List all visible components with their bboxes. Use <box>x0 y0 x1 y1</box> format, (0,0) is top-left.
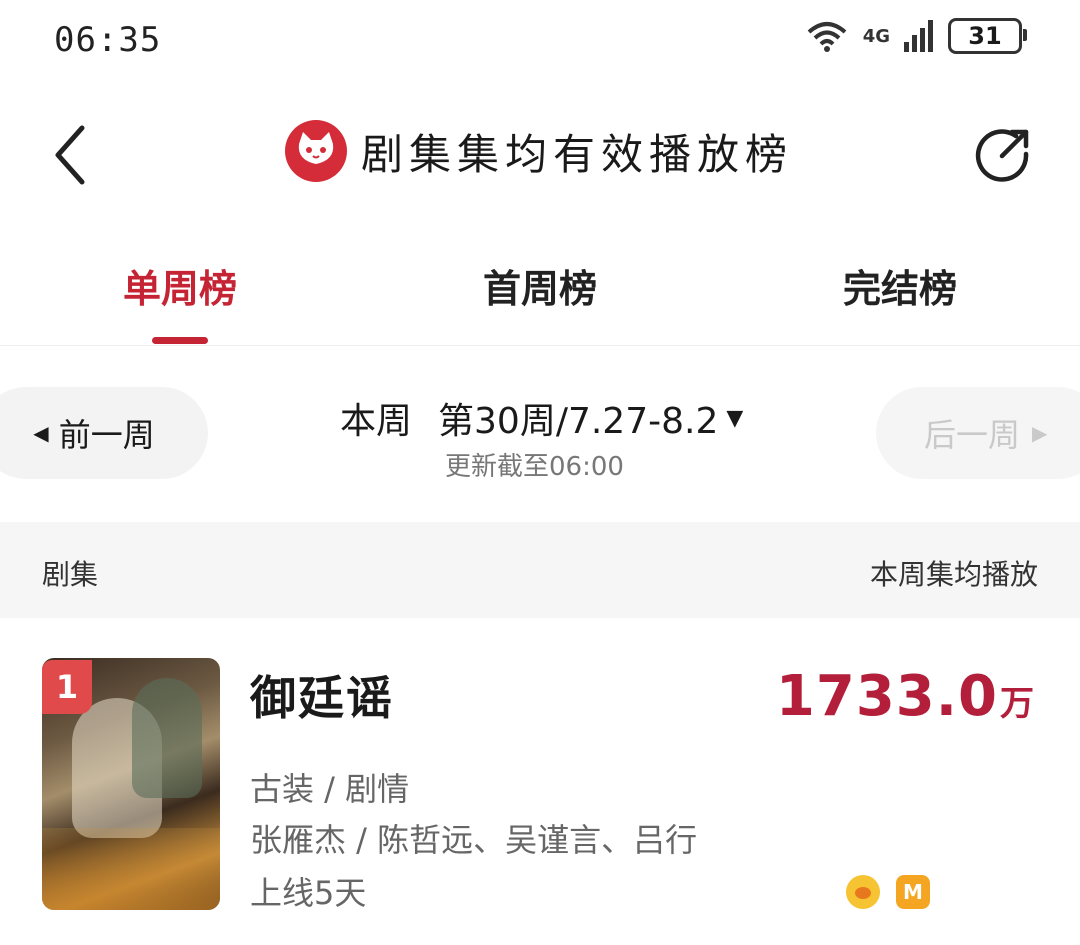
tab-weekly[interactable]: 单周榜 <box>80 258 280 313</box>
plays-value: 1733.0 万 <box>776 664 1034 729</box>
poster-glow <box>42 828 220 910</box>
next-week-button[interactable]: 后一周 ▶ <box>876 387 1080 479</box>
header-title-group: 剧集集均有效播放榜 <box>285 120 793 182</box>
cat-logo-icon <box>285 120 347 182</box>
show-days-online: 上线5天 <box>250 874 367 912</box>
active-tab-indicator <box>152 337 208 344</box>
left-triangle-icon: ◀ <box>33 421 49 445</box>
mango-tv-icon <box>846 875 880 909</box>
list-header-plays: 本周集均播放 <box>869 558 1038 591</box>
tab-finished[interactable]: 完结榜 <box>800 258 1000 313</box>
right-triangle-icon: ▶ <box>1032 421 1048 445</box>
battery-icon: 31 <box>948 18 1027 54</box>
status-icons: 4G 31 <box>805 18 1027 54</box>
dropdown-caret-icon: ▼ <box>726 405 744 431</box>
plays-unit: 万 <box>1000 684 1034 724</box>
current-week-range: 第30周/7.27-8.2 <box>438 401 719 442</box>
network-type: 4G <box>862 25 890 47</box>
current-week-prefix: 本周 <box>340 401 413 442</box>
tab-divider <box>0 345 1080 346</box>
prev-week-button[interactable]: ◀ 前一周 <box>0 387 208 479</box>
show-title[interactable]: 御廷谣 <box>250 662 394 728</box>
signal-icon <box>904 20 933 52</box>
youku-icon: M <box>896 875 930 909</box>
show-genre: 古装 / 剧情 <box>250 770 410 808</box>
tab-first-week[interactable]: 首周榜 <box>440 258 640 313</box>
update-time: 更新截至06:00 <box>445 452 624 482</box>
wifi-icon <box>807 22 847 52</box>
poster-figure <box>132 678 202 798</box>
battery-level: 31 <box>968 22 1002 50</box>
prev-week-label: 前一周 <box>58 416 155 454</box>
share-icon[interactable] <box>972 124 1034 186</box>
week-dropdown[interactable]: 本周 第30周/7.27-8.2 ▼ <box>340 392 743 444</box>
list-header-drama: 剧集 <box>42 558 99 591</box>
page-title: 剧集集均有效播放榜 <box>361 129 794 179</box>
rank-badge: 1 <box>42 660 92 714</box>
back-arrow-icon[interactable] <box>46 120 106 190</box>
plays-number: 1733.0 <box>775 664 998 729</box>
show-cast: 张雁杰 / 陈哲远、吴谨言、吕行 <box>250 821 698 859</box>
status-time: 06:35 <box>54 20 162 60</box>
next-week-label: 后一周 <box>924 416 1021 454</box>
